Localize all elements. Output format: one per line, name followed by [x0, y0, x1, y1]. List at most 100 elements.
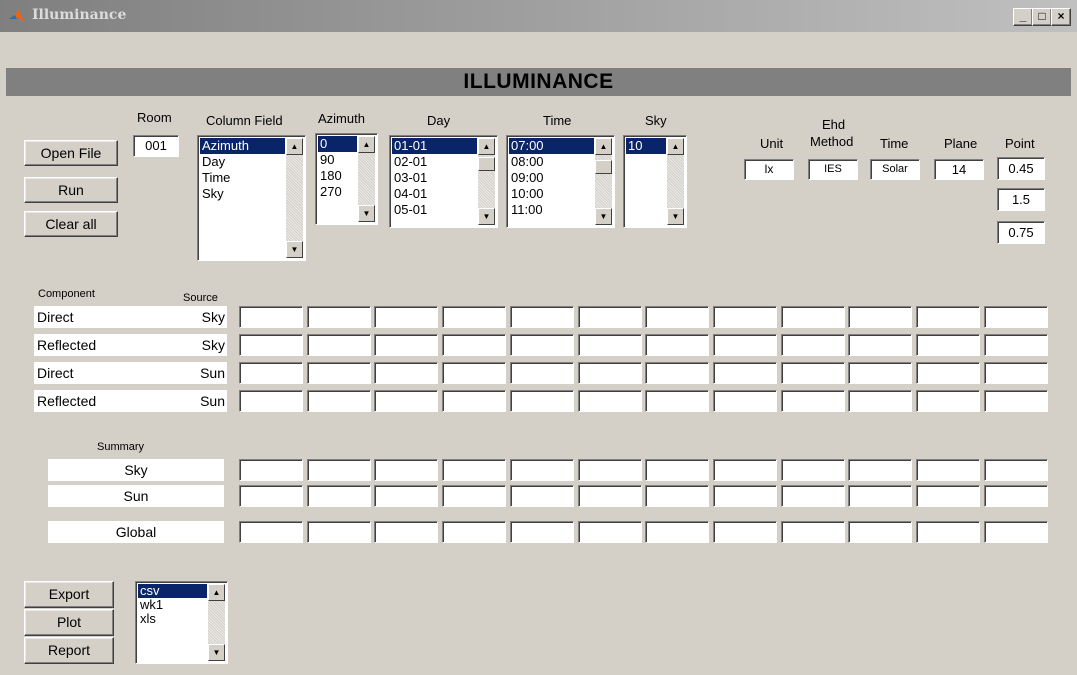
plane-input[interactable]: 14 [934, 159, 984, 180]
scroll-up-icon[interactable]: ▲ [358, 136, 375, 153]
list-item[interactable]: 05-01 [392, 202, 477, 218]
list-item[interactable]: xls [138, 612, 207, 626]
result-cell[interactable] [442, 334, 506, 356]
open-file-button[interactable]: Open File [24, 140, 118, 166]
result-cell[interactable] [442, 485, 506, 507]
result-cell[interactable] [781, 485, 845, 507]
sky-listbox[interactable]: 10 ▲ ▼ [623, 135, 687, 228]
result-cell[interactable] [848, 390, 912, 412]
time-basis-input[interactable]: Solar [870, 159, 920, 180]
result-cell[interactable] [645, 485, 709, 507]
time-listbox[interactable]: 07:00 08:00 09:00 10:00 11:00 ▲ ▼ [506, 135, 615, 228]
result-cell[interactable] [984, 390, 1048, 412]
result-cell[interactable] [374, 521, 438, 543]
result-cell[interactable] [848, 459, 912, 481]
scrollbar[interactable]: ▲ ▼ [667, 138, 684, 225]
result-cell[interactable] [781, 334, 845, 356]
azimuth-listbox[interactable]: 0 90 180 270 ▲ ▼ [315, 133, 378, 225]
result-cell[interactable] [510, 521, 574, 543]
result-cell[interactable] [645, 459, 709, 481]
result-cell[interactable] [984, 334, 1048, 356]
result-cell[interactable] [442, 362, 506, 384]
result-cell[interactable] [239, 306, 303, 328]
result-cell[interactable] [374, 485, 438, 507]
result-cell[interactable] [510, 334, 574, 356]
result-cell[interactable] [578, 306, 642, 328]
scroll-thumb[interactable] [595, 160, 612, 174]
scrollbar[interactable]: ▲ ▼ [595, 138, 612, 225]
point-x-input[interactable]: 0.45 [997, 157, 1045, 180]
maximize-icon[interactable]: □ [1032, 8, 1052, 26]
plot-button[interactable]: Plot [24, 609, 114, 636]
point-y-input[interactable]: 1.5 [997, 188, 1045, 211]
report-button[interactable]: Report [24, 637, 114, 664]
scroll-up-icon[interactable]: ▲ [595, 138, 612, 155]
room-input[interactable]: 001 [133, 135, 179, 157]
column-field-listbox[interactable]: Azimuth Day Time Sky ▲ ▼ [197, 135, 306, 261]
list-item[interactable]: wk1 [138, 598, 207, 612]
export-format-listbox[interactable]: csv wk1 xls ▲ ▼ [135, 581, 228, 664]
result-cell[interactable] [442, 306, 506, 328]
point-z-input[interactable]: 0.75 [997, 221, 1045, 244]
result-cell[interactable] [713, 306, 777, 328]
result-cell[interactable] [713, 521, 777, 543]
result-cell[interactable] [848, 334, 912, 356]
scroll-up-icon[interactable]: ▲ [667, 138, 684, 155]
result-cell[interactable] [239, 459, 303, 481]
result-cell[interactable] [916, 521, 980, 543]
list-item[interactable]: 04-01 [392, 186, 477, 202]
result-cell[interactable] [307, 390, 371, 412]
result-cell[interactable] [713, 459, 777, 481]
result-cell[interactable] [578, 521, 642, 543]
result-cell[interactable] [984, 459, 1048, 481]
result-cell[interactable] [781, 390, 845, 412]
list-item[interactable]: 08:00 [509, 154, 594, 170]
list-item[interactable]: 11:00 [509, 202, 594, 218]
run-button[interactable]: Run [24, 177, 118, 203]
scroll-up-icon[interactable]: ▲ [286, 138, 303, 155]
list-item[interactable]: Day [200, 154, 285, 170]
scroll-down-icon[interactable]: ▼ [208, 644, 225, 661]
result-cell[interactable] [307, 459, 371, 481]
scroll-up-icon[interactable]: ▲ [208, 584, 225, 601]
result-cell[interactable] [374, 390, 438, 412]
scroll-down-icon[interactable]: ▼ [478, 208, 495, 225]
result-cell[interactable] [645, 521, 709, 543]
result-cell[interactable] [510, 485, 574, 507]
result-cell[interactable] [578, 362, 642, 384]
list-item[interactable]: Time [200, 170, 285, 186]
list-item[interactable]: 90 [318, 152, 357, 168]
result-cell[interactable] [578, 485, 642, 507]
result-cell[interactable] [713, 485, 777, 507]
list-item[interactable]: 02-01 [392, 154, 477, 170]
list-item[interactable]: 0 [318, 136, 357, 152]
result-cell[interactable] [781, 306, 845, 328]
result-cell[interactable] [307, 485, 371, 507]
scrollbar[interactable]: ▲ ▼ [286, 138, 303, 258]
result-cell[interactable] [916, 306, 980, 328]
scrollbar[interactable]: ▲ ▼ [358, 136, 375, 222]
clear-all-button[interactable]: Clear all [24, 211, 118, 237]
result-cell[interactable] [984, 485, 1048, 507]
result-cell[interactable] [239, 362, 303, 384]
result-cell[interactable] [578, 334, 642, 356]
export-button[interactable]: Export [24, 581, 114, 608]
title-bar[interactable]: Illuminance _ □ × [0, 0, 1077, 32]
scroll-down-icon[interactable]: ▼ [286, 241, 303, 258]
result-cell[interactable] [645, 390, 709, 412]
result-cell[interactable] [781, 521, 845, 543]
list-item[interactable]: 180 [318, 168, 357, 184]
day-listbox[interactable]: 01-01 02-01 03-01 04-01 05-01 ▲ ▼ [389, 135, 498, 228]
result-cell[interactable] [374, 306, 438, 328]
result-cell[interactable] [645, 362, 709, 384]
result-cell[interactable] [848, 306, 912, 328]
list-item[interactable]: 10:00 [509, 186, 594, 202]
result-cell[interactable] [848, 362, 912, 384]
result-cell[interactable] [848, 521, 912, 543]
scroll-down-icon[interactable]: ▼ [667, 208, 684, 225]
result-cell[interactable] [374, 459, 438, 481]
list-item[interactable]: 270 [318, 184, 357, 200]
result-cell[interactable] [442, 390, 506, 412]
result-cell[interactable] [510, 362, 574, 384]
list-item[interactable]: Azimuth [200, 138, 285, 154]
